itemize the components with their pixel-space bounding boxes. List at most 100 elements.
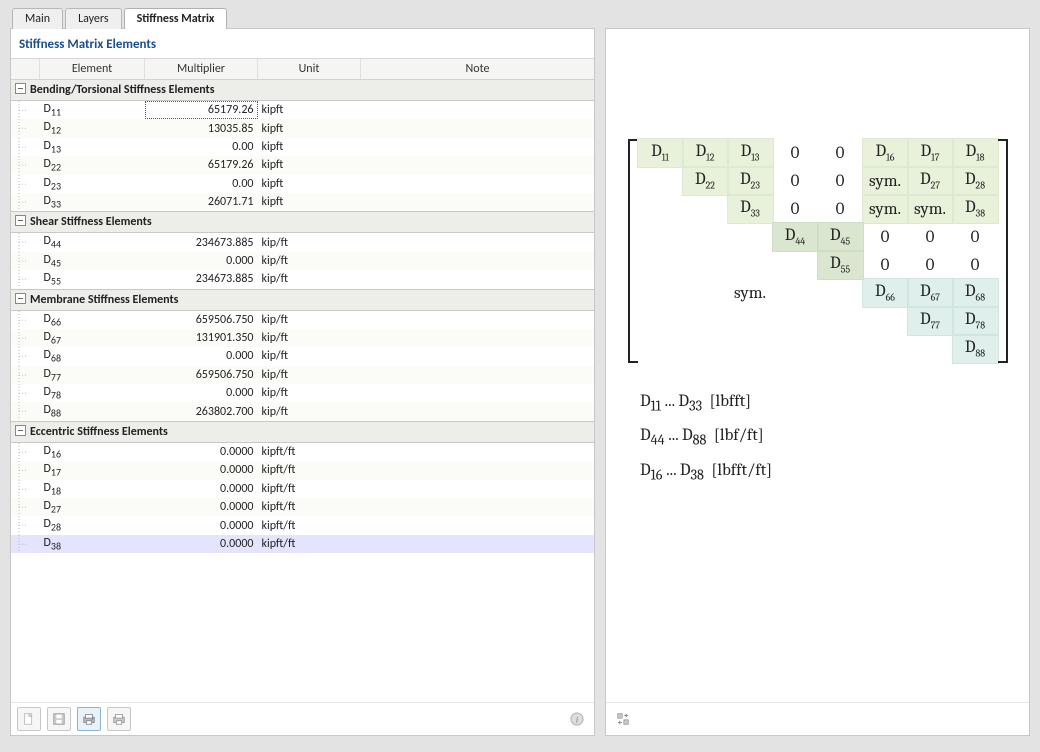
cell-unit: kipft/ft — [258, 442, 361, 461]
cell-note[interactable] — [361, 498, 595, 516]
cell-multiplier[interactable]: 0.0000 — [145, 442, 258, 461]
matrix-cell — [818, 279, 863, 307]
table-row[interactable]: D67131901.350kip/ft — [11, 329, 594, 347]
col-element[interactable]: Element — [40, 59, 145, 80]
matrix-cell — [638, 335, 683, 363]
table-row[interactable]: D180.0000kipft/ft — [11, 480, 594, 498]
cell-note[interactable] — [361, 233, 595, 252]
cell-note[interactable] — [361, 270, 595, 289]
collapse-toggle-icon[interactable] — [15, 83, 26, 94]
cell-note[interactable] — [361, 384, 595, 402]
cell-note[interactable] — [361, 535, 595, 553]
matrix-cell: 0 — [818, 167, 863, 195]
cell-multiplier[interactable]: 234673.885 — [145, 233, 258, 252]
cell-multiplier[interactable]: 0.0000 — [145, 535, 258, 553]
col-multiplier[interactable]: Multiplier — [145, 59, 258, 80]
table-row[interactable]: D88263802.700kip/ft — [11, 402, 594, 421]
save-button[interactable] — [47, 707, 71, 731]
cell-unit: kip/ft — [258, 384, 361, 402]
table-row[interactable]: D55234673.885kip/ft — [11, 270, 594, 289]
group-header[interactable]: Membrane Stiffness Elements — [11, 289, 594, 310]
cell-note[interactable] — [361, 252, 595, 270]
table-row[interactable]: D160.0000kipft/ft — [11, 442, 594, 461]
cell-note[interactable] — [361, 402, 595, 421]
table-row[interactable]: D44234673.885kip/ft — [11, 233, 594, 252]
cell-element: D66 — [40, 310, 145, 329]
matrix-cell: 0 — [863, 223, 908, 251]
cell-multiplier[interactable]: 0.000 — [145, 347, 258, 365]
table-row[interactable]: D270.0000kipft/ft — [11, 498, 594, 516]
table-row[interactable]: D280.0000kipft/ft — [11, 516, 594, 534]
cell-note[interactable] — [361, 442, 595, 461]
cell-multiplier[interactable]: 26071.71 — [145, 193, 258, 212]
cell-multiplier[interactable]: 234673.885 — [145, 270, 258, 289]
cell-unit: kipft/ft — [258, 498, 361, 516]
swap-units-button[interactable] — [612, 708, 634, 730]
table-row[interactable]: D66659506.750kip/ft — [11, 310, 594, 329]
collapse-toggle-icon[interactable] — [15, 293, 26, 304]
cell-multiplier[interactable]: 65179.26 — [145, 101, 258, 120]
preview-button[interactable] — [77, 707, 101, 731]
table-row[interactable]: D130.00kipft — [11, 138, 594, 156]
cell-note[interactable] — [361, 329, 595, 347]
cell-multiplier[interactable]: 0.0000 — [145, 480, 258, 498]
cell-multiplier[interactable]: 0.0000 — [145, 516, 258, 534]
matrix-cell — [638, 223, 683, 251]
cell-element: D44 — [40, 233, 145, 252]
cell-note[interactable] — [361, 119, 595, 137]
table-row[interactable]: D380.0000kipft/ft — [11, 535, 594, 553]
cell-element: D28 — [40, 516, 145, 534]
cell-multiplier[interactable]: 0.0000 — [145, 461, 258, 479]
table-row[interactable]: D170.0000kipft/ft — [11, 461, 594, 479]
matrix-cell: 0 — [773, 167, 818, 195]
print-button[interactable] — [107, 707, 131, 731]
cell-element: D88 — [40, 402, 145, 421]
cell-note[interactable] — [361, 480, 595, 498]
cell-unit: kip/ft — [258, 310, 361, 329]
cell-multiplier[interactable]: 0.000 — [145, 384, 258, 402]
cell-multiplier[interactable]: 0.000 — [145, 252, 258, 270]
cell-note[interactable] — [361, 138, 595, 156]
table-row[interactable]: D1213035.85kipft — [11, 119, 594, 137]
table-row[interactable]: D77659506.750kip/ft — [11, 366, 594, 384]
table-row[interactable]: D2265179.26kipft — [11, 156, 594, 174]
cell-multiplier[interactable]: 13035.85 — [145, 119, 258, 137]
cell-note[interactable] — [361, 101, 595, 120]
cell-note[interactable] — [361, 516, 595, 534]
tab-stiffness-matrix[interactable]: Stiffness Matrix — [124, 8, 228, 29]
tab-layers[interactable]: Layers — [65, 8, 122, 29]
col-unit[interactable]: Unit — [258, 59, 361, 80]
collapse-toggle-icon[interactable] — [15, 425, 26, 436]
cell-multiplier[interactable]: 0.0000 — [145, 498, 258, 516]
cell-note[interactable] — [361, 156, 595, 174]
cell-note[interactable] — [361, 347, 595, 365]
cell-multiplier[interactable]: 659506.750 — [145, 366, 258, 384]
new-button[interactable] — [17, 707, 41, 731]
cell-note[interactable] — [361, 461, 595, 479]
cell-multiplier[interactable]: 65179.26 — [145, 156, 258, 174]
group-header[interactable]: Shear Stiffness Elements — [11, 212, 594, 233]
table-row[interactable]: D780.000kip/ft — [11, 384, 594, 402]
info-button[interactable]: i — [566, 708, 588, 730]
cell-note[interactable] — [361, 366, 595, 384]
table-row[interactable]: D230.00kipft — [11, 175, 594, 193]
table-row[interactable]: D680.000kip/ft — [11, 347, 594, 365]
group-header[interactable]: Bending/Torsional Stiffness Elements — [11, 80, 594, 101]
table-row[interactable]: D1165179.26kipft — [11, 101, 594, 120]
tab-main[interactable]: Main — [12, 8, 63, 29]
cell-multiplier[interactable]: 0.00 — [145, 138, 258, 156]
cell-multiplier[interactable]: 131901.350 — [145, 329, 258, 347]
matrix-cell: 0 — [863, 251, 908, 279]
cell-note[interactable] — [361, 310, 595, 329]
cell-multiplier[interactable]: 659506.750 — [145, 310, 258, 329]
cell-multiplier[interactable]: 263802.700 — [145, 402, 258, 421]
cell-unit: kip/ft — [258, 347, 361, 365]
cell-multiplier[interactable]: 0.00 — [145, 175, 258, 193]
cell-note[interactable] — [361, 175, 595, 193]
table-row[interactable]: D450.000kip/ft — [11, 252, 594, 270]
collapse-toggle-icon[interactable] — [15, 215, 26, 226]
table-row[interactable]: D3326071.71kipft — [11, 193, 594, 212]
cell-note[interactable] — [361, 193, 595, 212]
col-note[interactable]: Note — [361, 59, 595, 80]
group-header[interactable]: Eccentric Stiffness Elements — [11, 421, 594, 442]
